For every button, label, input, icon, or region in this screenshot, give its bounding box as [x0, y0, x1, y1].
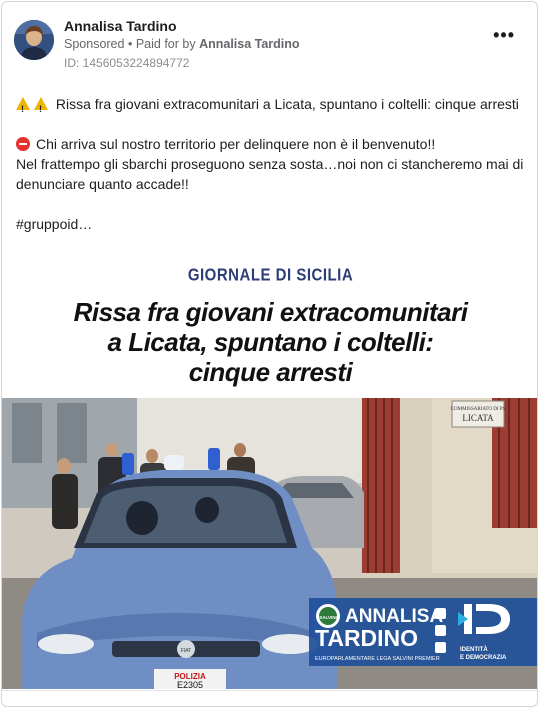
paid-for-prefix: Paid for by: [135, 37, 196, 51]
instagram-icon: [435, 642, 446, 653]
paid-for-name: Annalisa Tardino: [199, 37, 300, 51]
sponsored-label: Sponsored: [64, 37, 125, 51]
no-entry-icon: [16, 137, 30, 151]
license-plate: E2305: [177, 680, 203, 689]
sponsored-line: Sponsored • Paid for by Annalisa Tardino: [64, 37, 300, 51]
post-text: Rissa fra giovani extracomunitari a Lica…: [16, 94, 525, 234]
ad-id: ID: 1456053224894772: [64, 56, 190, 70]
twitter-icon: [435, 625, 446, 636]
post-line-3: Nel frattempo gli sbarchi proseguono sen…: [16, 156, 524, 192]
newspaper-name: GIORNALE DI SICILIA: [187, 265, 354, 286]
facebook-icon: [435, 608, 446, 619]
post-line-2: Chi arriva sul nostro territorio per del…: [16, 134, 525, 154]
image-headline-line-2: a Licata, spuntano i coltelli:: [107, 327, 434, 357]
image-headline-line-3: cinque arresti: [188, 357, 353, 387]
card-divider: [2, 690, 537, 691]
campaign-banner: SALVINI ANNALISA TARDINO EUROPARLAMENTAR…: [309, 598, 537, 666]
car-brand: FIAT: [181, 648, 191, 654]
image-headline: Rissa fra giovani extracomunitari a Lica…: [2, 297, 537, 387]
banner-subtitle: EUROPARLAMENTARE LEGA SALVINI PREMIER: [315, 656, 440, 662]
banner-name-2: TARDINO: [315, 625, 418, 651]
station-sign-line-2: LICATA: [462, 413, 494, 423]
party-name-1: IDENTITÀ: [460, 646, 488, 653]
post-header: Annalisa Tardino Sponsored • Paid for by…: [14, 18, 525, 74]
warning-icon: [16, 97, 30, 119]
avatar[interactable]: [14, 20, 54, 60]
image-headline-line-1: Rissa fra giovani extracomunitari: [73, 297, 468, 327]
more-options-icon[interactable]: •••: [493, 26, 515, 44]
ad-image[interactable]: GIORNALE DI SICILIA Rissa fra giovani ex…: [2, 255, 537, 689]
post-line-1: Rissa fra giovani extracomunitari a Lica…: [16, 94, 525, 119]
separator-dot: •: [127, 37, 133, 51]
ad-card: Annalisa Tardino Sponsored • Paid for by…: [1, 1, 538, 707]
post-hashtag[interactable]: #gruppoid…: [16, 214, 525, 234]
banner-name-1: ANNALISA: [345, 606, 443, 627]
league-logo: SALVINI: [319, 615, 336, 620]
party-name-2: E DEMOCRAZIA: [460, 655, 507, 661]
author-name[interactable]: Annalisa Tardino: [64, 18, 177, 34]
police-car-photo: COMMISSARIATO DI PS LICATA FIAT POLIZIA …: [2, 398, 537, 689]
warning-icon: [34, 97, 48, 119]
station-sign-line-1: COMMISSARIATO DI PS: [451, 407, 506, 412]
